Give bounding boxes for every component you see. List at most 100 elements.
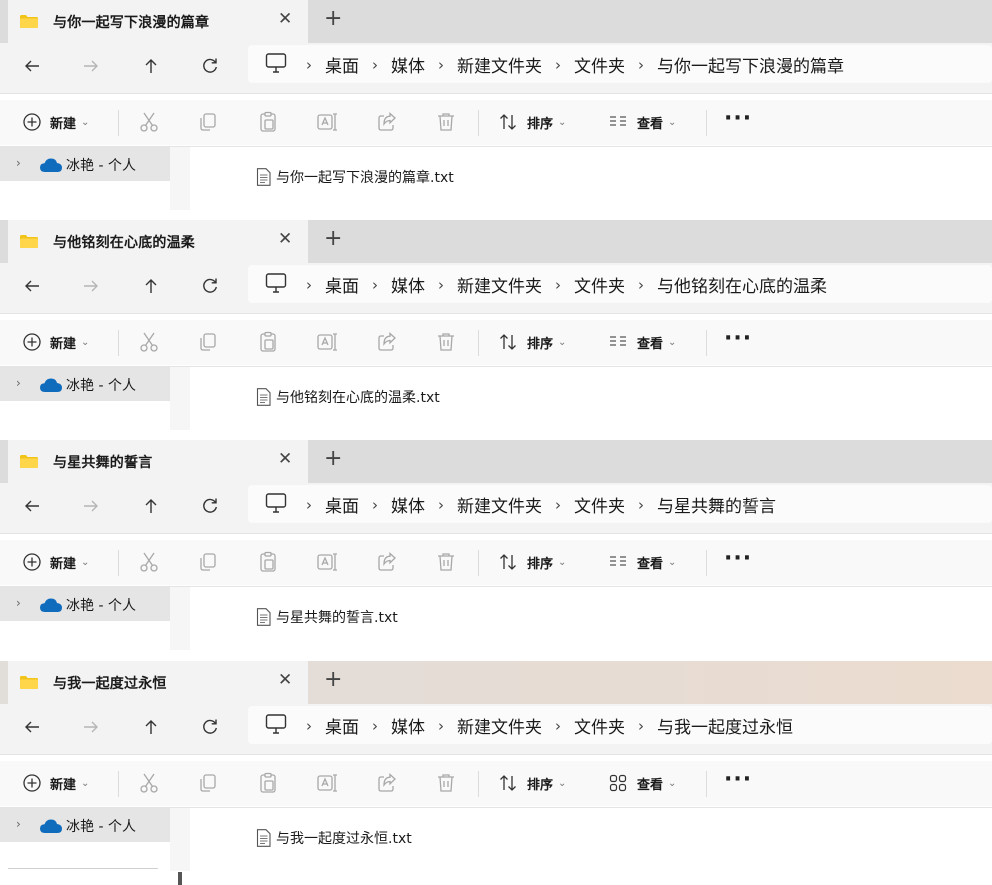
address-bar[interactable]: › 桌面 › 媒体 › 新建文件夹 › 文件夹 › 与星共舞的誓言 bbox=[248, 485, 992, 523]
pane-splitter[interactable] bbox=[170, 587, 190, 650]
chevron-right-icon[interactable]: › bbox=[638, 717, 644, 735]
breadcrumb-item[interactable]: 文件夹 bbox=[574, 52, 625, 77]
breadcrumb-item[interactable]: 新建文件夹 bbox=[457, 713, 542, 738]
refresh-button[interactable] bbox=[194, 270, 226, 302]
active-tab[interactable]: 与我一起度过永恒 ✕ bbox=[8, 661, 308, 704]
nav-pane-onedrive[interactable]: › 冰艳 - 个人 bbox=[0, 147, 170, 181]
up-button[interactable] bbox=[135, 50, 167, 82]
chevron-right-icon[interactable]: › bbox=[16, 376, 21, 390]
delete-icon[interactable] bbox=[434, 550, 458, 574]
pane-splitter[interactable] bbox=[170, 367, 190, 430]
paste-icon[interactable] bbox=[256, 771, 280, 795]
chevron-right-icon[interactable]: › bbox=[638, 496, 644, 514]
file-item[interactable]: 与你一起写下浪漫的篇章.txt bbox=[256, 167, 454, 187]
chevron-right-icon[interactable]: › bbox=[438, 717, 444, 735]
chevron-right-icon[interactable]: › bbox=[438, 496, 444, 514]
share-icon[interactable] bbox=[375, 110, 399, 134]
new-button[interactable]: 新建 ⌄ bbox=[22, 548, 89, 576]
new-tab-button[interactable]: + bbox=[324, 228, 342, 250]
breadcrumb-item[interactable]: 与他铭刻在心底的温柔 bbox=[657, 272, 827, 297]
chevron-right-icon[interactable]: › bbox=[555, 717, 561, 735]
more-options-button[interactable]: ··· bbox=[724, 546, 752, 571]
close-tab-button[interactable]: ✕ bbox=[278, 449, 292, 469]
breadcrumb-item[interactable]: 桌面 bbox=[325, 52, 359, 77]
file-item[interactable]: 与他铭刻在心底的温柔.txt bbox=[256, 387, 440, 407]
view-button[interactable]: 查看 ⌄ bbox=[608, 769, 676, 797]
breadcrumb-item[interactable]: 文件夹 bbox=[574, 492, 625, 517]
chevron-right-icon[interactable]: › bbox=[16, 596, 21, 610]
sort-button[interactable]: 排序 ⌄ bbox=[498, 769, 566, 797]
cut-icon[interactable] bbox=[137, 771, 161, 795]
chevron-right-icon[interactable]: › bbox=[16, 156, 21, 170]
active-tab[interactable]: 与你一起写下浪漫的篇章 ✕ bbox=[8, 0, 308, 43]
nav-pane-onedrive[interactable]: › 冰艳 - 个人 bbox=[0, 808, 170, 842]
chevron-right-icon[interactable]: › bbox=[372, 717, 378, 735]
address-bar[interactable]: › 桌面 › 媒体 › 新建文件夹 › 文件夹 › 与你一起写下浪漫的篇章 bbox=[248, 45, 992, 83]
forward-button[interactable] bbox=[75, 270, 107, 302]
chevron-right-icon[interactable]: › bbox=[372, 276, 378, 294]
delete-icon[interactable] bbox=[434, 771, 458, 795]
breadcrumb-item[interactable]: 新建文件夹 bbox=[457, 52, 542, 77]
close-tab-button[interactable]: ✕ bbox=[278, 670, 292, 690]
copy-icon[interactable] bbox=[196, 110, 220, 134]
back-button[interactable] bbox=[16, 711, 48, 743]
view-button[interactable]: 查看 ⌄ bbox=[608, 328, 676, 356]
copy-icon[interactable] bbox=[196, 550, 220, 574]
forward-button[interactable] bbox=[75, 711, 107, 743]
chevron-right-icon[interactable]: › bbox=[306, 496, 312, 514]
forward-button[interactable] bbox=[75, 490, 107, 522]
breadcrumb-item[interactable]: 媒体 bbox=[391, 713, 425, 738]
new-button[interactable]: 新建 ⌄ bbox=[22, 328, 89, 356]
chevron-right-icon[interactable]: › bbox=[372, 496, 378, 514]
new-tab-button[interactable]: + bbox=[324, 448, 342, 470]
rename-icon[interactable] bbox=[315, 330, 339, 354]
new-tab-button[interactable]: + bbox=[324, 669, 342, 691]
breadcrumb-item[interactable]: 与我一起度过永恒 bbox=[657, 713, 793, 738]
view-button[interactable]: 查看 ⌄ bbox=[608, 548, 676, 576]
breadcrumb-item[interactable]: 桌面 bbox=[325, 713, 359, 738]
back-button[interactable] bbox=[16, 490, 48, 522]
breadcrumb-item[interactable]: 文件夹 bbox=[574, 713, 625, 738]
breadcrumb-item[interactable]: 与星共舞的誓言 bbox=[657, 492, 776, 517]
share-icon[interactable] bbox=[375, 330, 399, 354]
new-button[interactable]: 新建 ⌄ bbox=[22, 108, 89, 136]
sort-button[interactable]: 排序 ⌄ bbox=[498, 108, 566, 136]
chevron-right-icon[interactable]: › bbox=[555, 276, 561, 294]
active-tab[interactable]: 与他铭刻在心底的温柔 ✕ bbox=[8, 220, 308, 263]
chevron-right-icon[interactable]: › bbox=[638, 276, 644, 294]
chevron-right-icon[interactable]: › bbox=[372, 56, 378, 74]
back-button[interactable] bbox=[16, 50, 48, 82]
cut-icon[interactable] bbox=[137, 330, 161, 354]
share-icon[interactable] bbox=[375, 771, 399, 795]
view-button[interactable]: 查看 ⌄ bbox=[608, 108, 676, 136]
breadcrumb-item[interactable]: 新建文件夹 bbox=[457, 492, 542, 517]
breadcrumb-item[interactable]: 桌面 bbox=[325, 272, 359, 297]
chevron-right-icon[interactable]: › bbox=[555, 56, 561, 74]
close-tab-button[interactable]: ✕ bbox=[278, 9, 292, 29]
up-button[interactable] bbox=[135, 270, 167, 302]
paste-icon[interactable] bbox=[256, 110, 280, 134]
chevron-right-icon[interactable]: › bbox=[638, 56, 644, 74]
back-button[interactable] bbox=[16, 270, 48, 302]
new-button[interactable]: 新建 ⌄ bbox=[22, 769, 89, 797]
more-options-button[interactable]: ··· bbox=[724, 106, 752, 131]
sort-button[interactable]: 排序 ⌄ bbox=[498, 548, 566, 576]
up-button[interactable] bbox=[135, 711, 167, 743]
close-tab-button[interactable]: ✕ bbox=[278, 229, 292, 249]
new-tab-button[interactable]: + bbox=[324, 8, 342, 30]
refresh-button[interactable] bbox=[194, 50, 226, 82]
up-button[interactable] bbox=[135, 490, 167, 522]
pane-splitter[interactable] bbox=[170, 808, 190, 871]
delete-icon[interactable] bbox=[434, 330, 458, 354]
pane-splitter[interactable] bbox=[170, 147, 190, 210]
chevron-right-icon[interactable]: › bbox=[306, 276, 312, 294]
breadcrumb-item[interactable]: 媒体 bbox=[391, 52, 425, 77]
delete-icon[interactable] bbox=[434, 110, 458, 134]
paste-icon[interactable] bbox=[256, 550, 280, 574]
copy-icon[interactable] bbox=[196, 330, 220, 354]
share-icon[interactable] bbox=[375, 550, 399, 574]
chevron-right-icon[interactable]: › bbox=[438, 276, 444, 294]
rename-icon[interactable] bbox=[315, 771, 339, 795]
chevron-right-icon[interactable]: › bbox=[306, 56, 312, 74]
sort-button[interactable]: 排序 ⌄ bbox=[498, 328, 566, 356]
